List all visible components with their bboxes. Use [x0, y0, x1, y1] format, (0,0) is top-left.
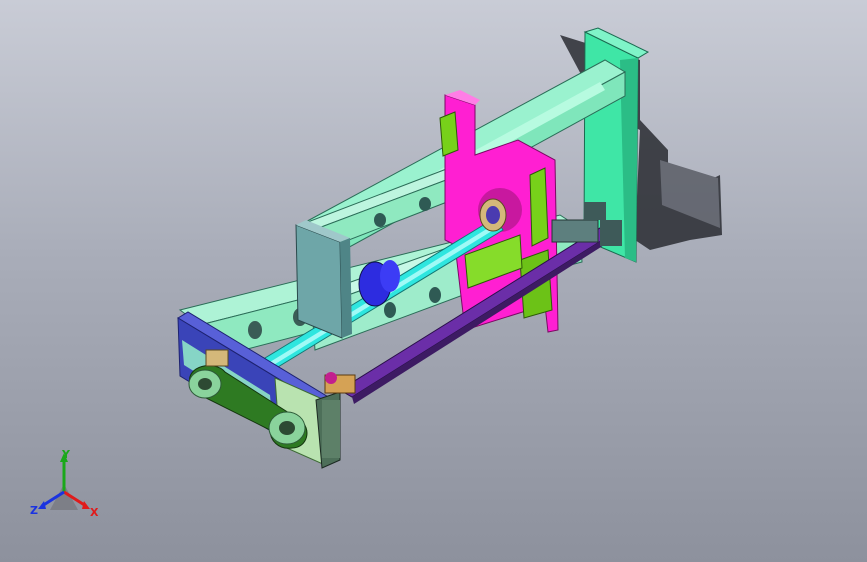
graphics-viewport[interactable]: Y Z X: [0, 0, 867, 562]
z-axis-label: Z: [30, 504, 38, 517]
driven-pulley[interactable]: [268, 411, 306, 445]
x-axis-label: X: [90, 506, 99, 519]
carriage-bearing[interactable]: [479, 198, 507, 232]
z-axis-arrowhead: [38, 501, 46, 509]
view-orientation-triad[interactable]: Y Z X: [22, 448, 106, 520]
drive-pulley[interactable]: [188, 369, 222, 399]
cad-assembly-model[interactable]: [0, 0, 867, 562]
front-support-block[interactable]: [295, 220, 352, 339]
x-axis-arrowhead: [82, 501, 90, 509]
y-axis-label: Y: [61, 448, 71, 461]
